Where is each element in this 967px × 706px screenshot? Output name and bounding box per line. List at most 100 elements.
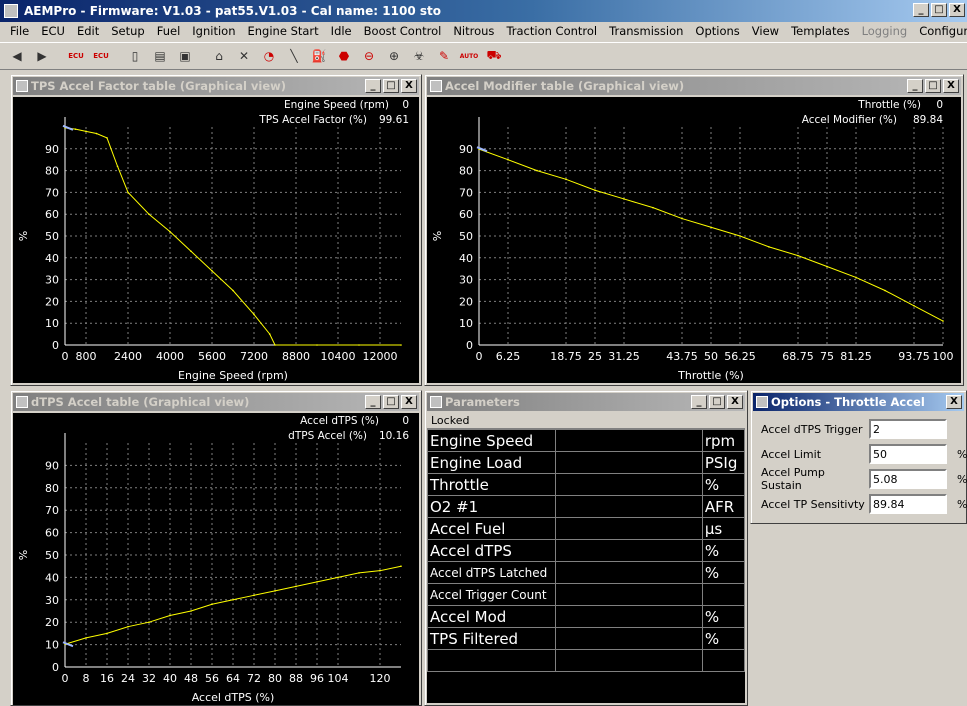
x-tick-label: 8: [83, 672, 90, 685]
wheel-icon[interactable]: ⊕: [383, 45, 405, 67]
close-button[interactable]: X: [401, 79, 417, 93]
menu-transmission[interactable]: Transmission: [603, 24, 689, 38]
fuel-pump-icon[interactable]: ⛽: [308, 45, 330, 67]
table-row[interactable]: Engine Load PSIg: [426, 451, 746, 474]
tps-plot-area[interactable]: 0 10 20 30 40 50 60 70 80 90 0 800 2400 4000 5600 7200 8…: [13, 97, 419, 383]
maximize-button[interactable]: □: [931, 3, 947, 17]
pen-icon[interactable]: ✎: [433, 45, 455, 67]
menu-configure[interactable]: Configure: [913, 24, 967, 38]
data-point: [358, 572, 360, 574]
param-value: [555, 605, 703, 628]
data-point: [855, 276, 857, 279]
maximize-button[interactable]: □: [383, 395, 399, 409]
minimize-button[interactable]: _: [907, 79, 923, 93]
param-unit: %: [701, 473, 746, 496]
table-row[interactable]: O2 #1 AFR: [426, 495, 746, 518]
maximize-button[interactable]: □: [383, 79, 399, 93]
ecu-read-icon[interactable]: ECU: [65, 45, 87, 67]
gauge-icon[interactable]: ◔: [258, 45, 280, 67]
x-tick-label: 8800: [282, 350, 310, 363]
ecu-write-icon[interactable]: ECU: [90, 45, 112, 67]
minimize-button[interactable]: _: [913, 3, 929, 17]
home-icon[interactable]: ⌂: [208, 45, 230, 67]
menu-boost-control[interactable]: Boost Control: [358, 24, 448, 38]
menu-templates[interactable]: Templates: [785, 24, 855, 38]
biohazard-icon[interactable]: ☣: [408, 45, 430, 67]
tools-icon[interactable]: ✕: [233, 45, 255, 67]
params-window-title-bar[interactable]: Parameters _ □ X: [427, 393, 745, 411]
maximize-button[interactable]: □: [925, 79, 941, 93]
menu-ecu[interactable]: ECU: [35, 24, 71, 38]
menu-nitrous[interactable]: Nitrous: [447, 24, 500, 38]
minimize-button[interactable]: _: [691, 395, 707, 409]
parameters-table: Engine Speed rpm Engine Load PSIg Throttle% O…: [426, 429, 746, 672]
minimize-button[interactable]: _: [365, 79, 381, 93]
new-file-icon[interactable]: ▯: [124, 45, 146, 67]
options-window-title-bar[interactable]: Options - Throttle Accel X: [753, 393, 964, 411]
y-tick-label: 30: [45, 274, 59, 287]
table-row[interactable]: Accel dTPS Latched%: [426, 561, 746, 584]
dtps-window-title-bar[interactable]: dTPS Accel table (Graphical view) _ □ X: [13, 393, 419, 411]
locked-label[interactable]: Locked: [427, 413, 745, 429]
mod-window-title-bar[interactable]: Accel Modifier table (Graphical view) _ …: [427, 77, 961, 95]
x-tick-label: 24: [121, 672, 135, 685]
auto-icon[interactable]: AUTO: [458, 45, 480, 67]
minimize-button[interactable]: _: [365, 395, 381, 409]
y-tick-label: 80: [45, 165, 59, 178]
table-row[interactable]: Accel Fuel µs: [426, 517, 746, 540]
menu-fuel[interactable]: Fuel: [151, 24, 187, 38]
menu-traction-control[interactable]: Traction Control: [500, 24, 603, 38]
table-row[interactable]: TPS Filtered%: [426, 627, 746, 650]
menu-edit[interactable]: Edit: [71, 24, 105, 38]
param-name: Accel Trigger Count: [426, 583, 557, 606]
table-row[interactable]: Throttle%: [426, 473, 746, 496]
forward-arrow-icon[interactable]: ▶: [31, 45, 53, 67]
option-input[interactable]: [869, 444, 947, 464]
menu-idle[interactable]: Idle: [325, 24, 358, 38]
menu-setup[interactable]: Setup: [105, 24, 150, 38]
y-tick-label: 90: [45, 459, 59, 472]
menu-options[interactable]: Options: [689, 24, 745, 38]
option-input[interactable]: [869, 469, 947, 489]
data-point: [400, 344, 402, 346]
no-entry-icon[interactable]: ⊖: [358, 45, 380, 67]
dtps-plot-area[interactable]: 0 10 20 30 40 50 60 70 80 90 0 8 16 24 32 40 48 56 64 72 80 8…: [13, 413, 419, 705]
tps-window-title-bar[interactable]: TPS Accel Factor table (Graphical view) …: [13, 77, 419, 95]
option-input[interactable]: [869, 494, 947, 514]
table-row[interactable]: [426, 649, 746, 672]
app-title-bar: AEMPro - Firmware: V1.03 - pat55.V1.03 -…: [0, 0, 967, 22]
option-label: Accel Limit: [761, 447, 822, 461]
table-row[interactable]: Accel dTPS%: [426, 539, 746, 562]
mdi-workspace: TPS Accel Factor table (Graphical view) …: [0, 70, 967, 706]
x-axis-label: Throttle (%): [677, 369, 744, 382]
option-label: Accel TP Sensitivty: [761, 497, 865, 511]
close-button[interactable]: X: [949, 3, 965, 17]
menu-logging[interactable]: Logging: [856, 24, 914, 38]
menu-view[interactable]: View: [746, 24, 785, 38]
menu-bar: File ECU Edit Setup Fuel Ignition Engine Start…: [0, 22, 967, 40]
copy-icon[interactable]: ▤: [149, 45, 171, 67]
wand-icon[interactable]: ╲: [283, 45, 305, 67]
table-row[interactable]: Accel Mod%: [426, 605, 746, 628]
menu-engine-start[interactable]: Engine Start: [242, 24, 325, 38]
table-row[interactable]: Accel Trigger Count: [426, 583, 746, 606]
table-icon: [16, 80, 28, 92]
paste-icon[interactable]: ▣: [174, 45, 196, 67]
option-input[interactable]: [869, 419, 947, 439]
param-value: [555, 583, 703, 606]
menu-ignition[interactable]: Ignition: [186, 24, 241, 38]
readout-label: Accel dTPS (%): [300, 415, 379, 427]
back-arrow-icon[interactable]: ◀: [6, 45, 28, 67]
param-value: [555, 473, 703, 496]
menu-file[interactable]: File: [4, 24, 35, 38]
close-button[interactable]: X: [946, 395, 962, 409]
close-button[interactable]: X: [943, 79, 959, 93]
close-button[interactable]: X: [727, 395, 743, 409]
table-row[interactable]: Engine Speed rpm: [426, 429, 746, 452]
close-button[interactable]: X: [401, 395, 417, 409]
maximize-button[interactable]: □: [709, 395, 725, 409]
x-tick-label: 100: [933, 350, 954, 363]
car-icon[interactable]: ⛟: [483, 45, 505, 67]
mod-plot-area[interactable]: 0 10 20 30 40 50 60 70 80 90 0 6.25 18.75 25 31.25 43.7…: [427, 97, 961, 383]
stop-icon[interactable]: ⬣: [333, 45, 355, 67]
